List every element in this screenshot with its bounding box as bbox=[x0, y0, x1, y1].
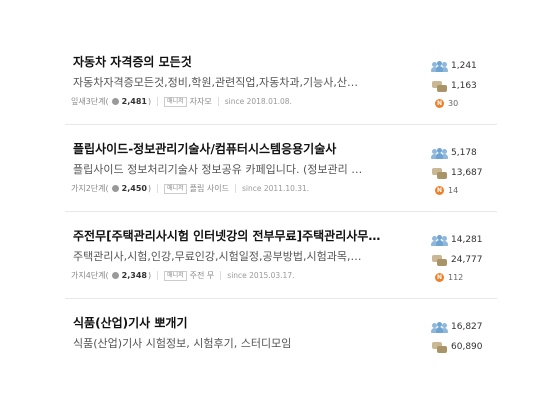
cafe-meta: 가지4단계 ( 2,348) 매니저 주전 무 since 2015.03.17… bbox=[71, 270, 295, 281]
cafe-level: 가지2단계 bbox=[71, 184, 106, 193]
cafe-item: 주전무[주택관리사시험 인터넷강의 전부무료]주택관리사무… 주택관리사,시험,… bbox=[65, 212, 497, 299]
cafe-manager: 플립 사이드 bbox=[189, 184, 229, 193]
cafe-description: 주택관리사,시험,인강,무료인강,시험일정,공부방법,시험과목,… bbox=[73, 250, 362, 263]
posts-icon bbox=[432, 341, 447, 353]
members-stat: 16,827 bbox=[431, 317, 502, 337]
new-posts-stat: N 30 bbox=[432, 96, 502, 110]
posts-icon bbox=[432, 167, 447, 179]
members-stat: 14,281 bbox=[431, 230, 502, 250]
divider bbox=[217, 97, 219, 106]
posts-count: 13,687 bbox=[451, 168, 483, 178]
cafe-level-score: 2,450 bbox=[121, 184, 147, 193]
posts-count: 60,890 bbox=[451, 342, 483, 352]
members-count: 14,281 bbox=[451, 235, 483, 245]
cafe-meta: 가지2단계 ( 2,450) 매니저 플립 사이드 since 2011.10.… bbox=[71, 183, 310, 194]
level-gem-icon bbox=[111, 272, 119, 279]
members-icon bbox=[431, 147, 448, 159]
cafe-description: 자동차자격증모든것,정비,학원,관련직업,자동차과,기능사,산… bbox=[73, 76, 358, 89]
cafe-description: 플립사이드 정보처리기술사 정보공유 카페입니다. (정보관리 … bbox=[73, 163, 363, 176]
cafe-meta: 잎새3단계 ( 2,481) 매니저 자자모 since 2018.01.08. bbox=[71, 96, 292, 107]
new-posts-stat: N 112 bbox=[432, 270, 502, 284]
level-gem-icon bbox=[111, 98, 119, 105]
cafe-manager: 자자모 bbox=[189, 97, 212, 106]
posts-stat: 60,890 bbox=[432, 337, 502, 357]
divider bbox=[157, 97, 159, 106]
cafe-stats: 16,827 60,890 bbox=[431, 317, 502, 357]
cafe-stats: 5,178 13,687 N 14 bbox=[431, 143, 502, 197]
posts-stat: 13,687 bbox=[432, 163, 502, 183]
cafe-title-link[interactable]: 플립사이드-정보관리기술사/컴퓨터시스템응용기술사 bbox=[73, 140, 393, 157]
cafe-item: 식품(산업)기사 뽀개기 식품(산업)기사 시험정보, 시험후기, 스터디모임 … bbox=[65, 299, 497, 385]
divider bbox=[220, 271, 222, 280]
posts-stat: 1,163 bbox=[432, 76, 502, 96]
divider bbox=[157, 271, 159, 280]
cafe-title-link[interactable]: 자동차 자격증의 모든것 bbox=[73, 53, 393, 70]
cafe-level: 잎새3단계 bbox=[71, 97, 106, 106]
cafe-since: since 2015.03.17. bbox=[227, 271, 295, 280]
cafe-manager: 주전 무 bbox=[189, 271, 215, 280]
cafe-level-score: 2,348 bbox=[121, 271, 147, 280]
cafe-title-link[interactable]: 주전무[주택관리사시험 인터넷강의 전부무료]주택관리사무… bbox=[73, 227, 393, 244]
manager-badge: 매니저 bbox=[164, 96, 187, 107]
cafe-title-link[interactable]: 식품(산업)기사 뽀개기 bbox=[73, 314, 393, 331]
new-badge-icon: N bbox=[435, 98, 444, 108]
posts-icon bbox=[432, 80, 447, 92]
new-posts-stat: N 14 bbox=[432, 183, 502, 197]
cafe-since: since 2018.01.08. bbox=[224, 97, 292, 106]
new-badge-icon: N bbox=[435, 185, 444, 195]
manager-badge: 매니저 bbox=[164, 270, 187, 281]
divider bbox=[157, 184, 159, 193]
divider bbox=[235, 184, 236, 193]
members-stat: 1,241 bbox=[431, 56, 502, 76]
cafe-item: 플립사이드-정보관리기술사/컴퓨터시스템응용기술사 플립사이드 정보처리기술사 … bbox=[65, 125, 497, 212]
members-count: 5,178 bbox=[451, 148, 477, 158]
cafe-level-score: 2,481 bbox=[121, 97, 147, 106]
members-count: 1,241 bbox=[451, 61, 477, 71]
posts-stat: 24,777 bbox=[432, 250, 502, 270]
new-posts-count: 14 bbox=[448, 185, 459, 195]
members-count: 16,827 bbox=[451, 322, 483, 332]
cafe-stats: 1,241 1,163 N 30 bbox=[431, 56, 502, 110]
cafe-description: 식품(산업)기사 시험정보, 시험후기, 스터디모임 bbox=[73, 337, 292, 350]
posts-icon bbox=[432, 254, 447, 266]
new-badge-icon: N bbox=[435, 272, 444, 282]
members-stat: 5,178 bbox=[431, 143, 502, 163]
members-icon bbox=[431, 321, 448, 333]
posts-count: 1,163 bbox=[451, 81, 477, 91]
cafe-stats: 14,281 24,777 N 112 bbox=[431, 230, 502, 284]
new-posts-count: 30 bbox=[448, 98, 459, 108]
cafe-item: 자동차 자격증의 모든것 자동차자격증모든것,정비,학원,관련직업,자동차과,기… bbox=[65, 38, 497, 125]
level-gem-icon bbox=[111, 185, 119, 192]
members-icon bbox=[431, 234, 448, 246]
posts-count: 24,777 bbox=[451, 255, 483, 265]
cafe-list: 자동차 자격증의 모든것 자동차자격증모든것,정비,학원,관련직업,자동차과,기… bbox=[65, 38, 497, 385]
new-posts-count: 112 bbox=[448, 272, 464, 282]
members-icon bbox=[431, 60, 448, 72]
cafe-level: 가지4단계 bbox=[71, 271, 106, 280]
manager-badge: 매니저 bbox=[164, 183, 187, 194]
cafe-since: since 2011.10.31. bbox=[242, 184, 310, 193]
